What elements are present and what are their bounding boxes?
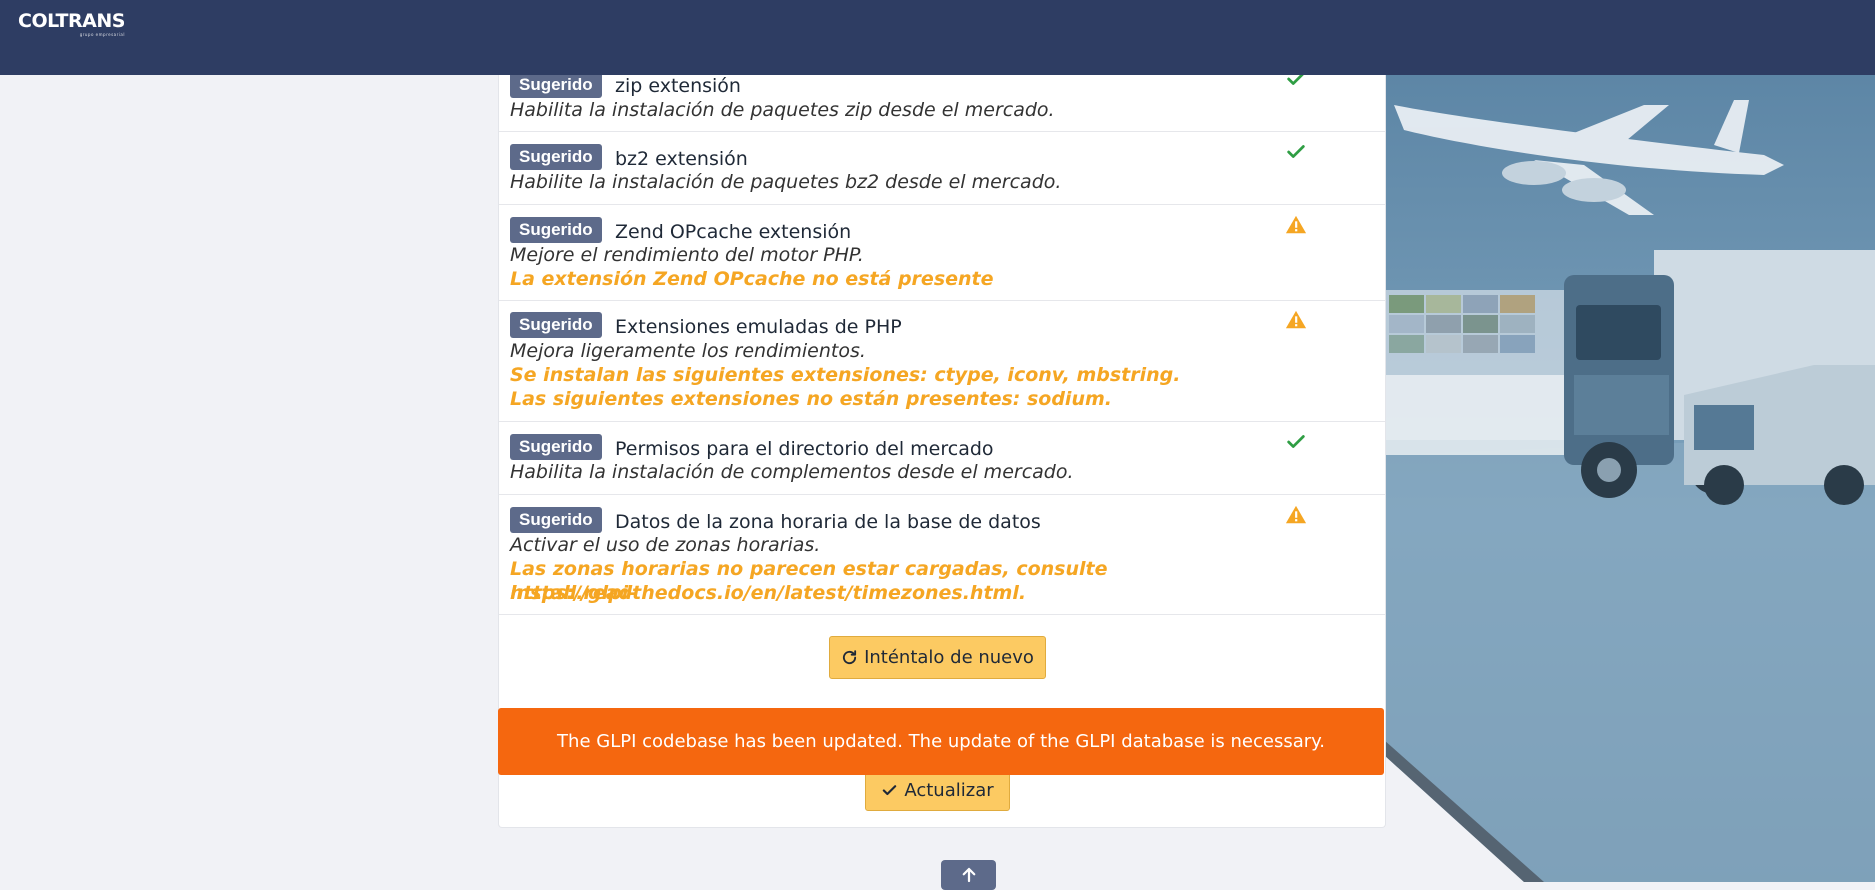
scroll-to-top-button[interactable] (941, 860, 996, 890)
requirement-warning-message: Se instalan las siguientes extensiones: … (510, 364, 1181, 386)
suggested-badge: Sugerido (510, 217, 602, 243)
requirement-warning-message: install.readthedocs.io/en/latest/timezon… (510, 582, 1027, 604)
warning-icon (1285, 505, 1307, 524)
retry-button[interactable]: Inténtalo de nuevo (829, 636, 1046, 679)
refresh-icon (842, 650, 857, 665)
suggested-badge: Sugerido (510, 434, 602, 460)
requirement-description: Mejore el rendimiento del motor PHP. (510, 244, 864, 266)
check-icon (883, 785, 897, 796)
update-button[interactable]: Actualizar (865, 770, 1010, 811)
requirement-warning-message: Las siguientes extensiones no están pres… (510, 388, 1112, 410)
check-icon (1287, 435, 1305, 448)
requirement-title: bz2 extensión (615, 148, 748, 170)
requirement-warning-message: La extensión Zend OPcache no está presen… (510, 268, 994, 290)
suggested-badge: Sugerido (510, 507, 602, 533)
requirement-row: Sugerido bz2 extensión Habilite la insta… (499, 132, 1385, 205)
alert-message: The GLPI codebase has been updated. The … (557, 731, 1325, 752)
warning-icon (1285, 215, 1307, 234)
requirement-row: Sugerido zip extensión Habilita la insta… (499, 72, 1385, 132)
brand-logo[interactable]: COLTRANS grupo empresarial (18, 12, 125, 37)
requirement-row: Sugerido Datos de la zona horaria de la … (499, 495, 1385, 615)
update-button-label: Actualizar (904, 780, 994, 801)
requirement-description: Habilita la instalación de paquetes zip … (510, 99, 1055, 121)
requirement-row: Sugerido Zend OPcache extensión Mejore e… (499, 205, 1385, 301)
requirement-description: Activar el uso de zonas horarias. (510, 534, 821, 556)
requirement-description: Habilite la instalación de paquetes bz2 … (510, 171, 1062, 193)
requirement-title: Datos de la zona horaria de la base de d… (615, 511, 1041, 533)
suggested-badge: Sugerido (510, 312, 602, 338)
warning-icon (1285, 310, 1307, 329)
requirement-title: Permisos para el directorio del mercado (615, 438, 994, 460)
background-illustration (1384, 75, 1875, 882)
brand-tagline: grupo empresarial (79, 32, 125, 37)
arrow-up-icon (962, 867, 975, 883)
requirement-description: Mejora ligeramente los rendimientos. (510, 340, 866, 362)
requirement-title: Zend OPcache extensión (615, 221, 852, 243)
requirement-title: Extensiones emuladas de PHP (615, 316, 902, 338)
suggested-badge: Sugerido (510, 144, 602, 170)
requirement-title: zip extensión (615, 75, 741, 97)
brand-name: COLTRANS (18, 10, 125, 32)
suggested-badge: Sugerido (510, 72, 602, 98)
requirement-description: Habilita la instalación de complementos … (510, 461, 1074, 483)
retry-button-label: Inténtalo de nuevo (864, 647, 1034, 668)
database-update-alert: The GLPI codebase has been updated. The … (498, 708, 1384, 775)
requirement-row: Sugerido Extensiones emuladas de PHP Mej… (499, 301, 1385, 422)
check-icon (1287, 145, 1305, 158)
requirement-row: Sugerido Permisos para el directorio del… (499, 422, 1385, 495)
top-navbar: COLTRANS grupo empresarial (0, 0, 1875, 75)
